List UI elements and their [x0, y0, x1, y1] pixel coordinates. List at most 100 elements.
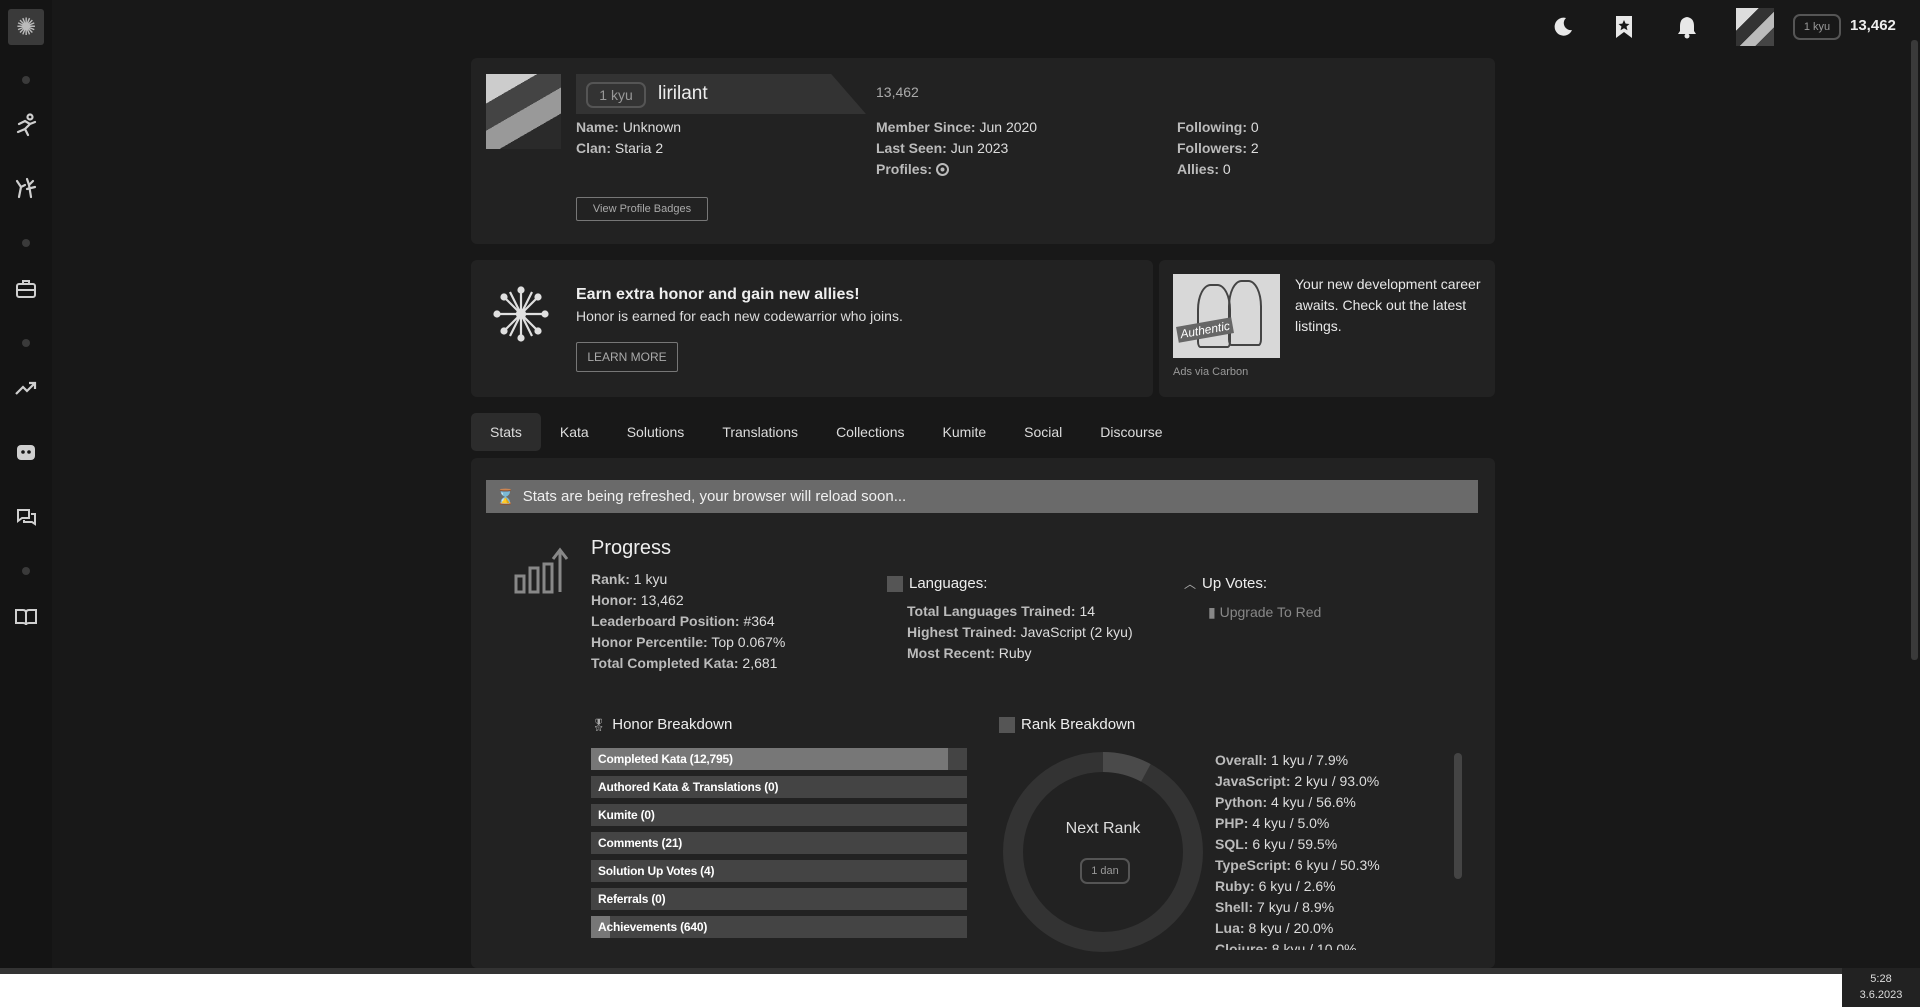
profiles-row: Profiles:	[876, 159, 1037, 180]
languages-heading: Languages:	[887, 575, 987, 592]
stats-panel: ⌛ Stats are being refreshed, your browse…	[471, 458, 1495, 968]
profile-clan-row: Clan: Staria 2	[576, 140, 664, 156]
honor-bar: Completed Kata (12,795)	[591, 748, 967, 770]
rank-row: Rank: 1 kyu	[591, 571, 668, 587]
user-honor: 13,462	[1850, 17, 1896, 34]
leaderboard-row: Leaderboard Position: #364	[591, 613, 775, 629]
profile-info-col2: Member Since: Jun 2020 Last Seen: Jun 20…	[876, 117, 1037, 180]
tab-kumite[interactable]: Kumite	[924, 413, 1006, 451]
profile-rank-badge: 1 kyu	[586, 82, 646, 108]
rank-square-icon	[999, 716, 1015, 733]
honor-bar: Comments (21)	[591, 832, 967, 854]
ads-via-carbon[interactable]: Ads via Carbon	[1173, 366, 1248, 378]
view-profile-badges-button[interactable]: View Profile Badges	[576, 197, 708, 221]
total-languages-row: Total Languages Trained: 14	[907, 603, 1096, 619]
rank-breakdown-row: Shell: 7 kyu / 8.9%	[1215, 899, 1335, 915]
carbon-ad-panel[interactable]: Authentic Your new development career aw…	[1159, 260, 1495, 397]
profile-honor: 13,462	[876, 84, 919, 100]
clock-date: 3.6.2023	[1859, 989, 1903, 1001]
notifications-bell-icon[interactable]	[1670, 10, 1704, 44]
refresh-notice-text: Stats are being refreshed, your browser …	[522, 488, 907, 505]
tab-solutions[interactable]: Solutions	[608, 413, 704, 451]
honor-bar-label: Authored Kata & Translations (0)	[598, 780, 779, 794]
user-avatar[interactable]	[1736, 8, 1774, 46]
tab-discourse[interactable]: Discourse	[1081, 413, 1181, 451]
chevron-up-icon: ︿	[1184, 577, 1197, 591]
honor-bar: Solution Up Votes (4)	[591, 860, 967, 882]
rank-breakdown-row: Ruby: 6 kyu / 2.6%	[1215, 878, 1336, 894]
tab-collections[interactable]: Collections	[817, 413, 923, 451]
honor-bar-label: Kumite (0)	[598, 808, 655, 822]
divider-dot	[22, 76, 30, 84]
page-scrollbar[interactable]	[1911, 40, 1918, 660]
rank-breakdown-row: Python: 4 kyu / 56.6%	[1215, 794, 1356, 810]
upgrade-to-red-link[interactable]: ▮ Upgrade To Red	[1208, 604, 1321, 621]
honor-bar-label: Solution Up Votes (4)	[598, 864, 715, 878]
honor-bar: Kumite (0)	[591, 804, 967, 826]
tab-stats[interactable]: Stats	[471, 413, 541, 451]
bookmark-star-icon[interactable]	[1607, 10, 1641, 44]
rank-breakdown-heading: Rank Breakdown	[999, 716, 1135, 733]
allies-row: Allies: 0	[1177, 161, 1231, 177]
tab-kata[interactable]: Kata	[541, 413, 608, 451]
promo-text: Honor is earned for each new codewarrior…	[576, 308, 903, 324]
honor-bar: Authored Kata & Translations (0)	[591, 776, 967, 798]
rank-list-scrollbar[interactable]	[1454, 753, 1462, 879]
honor-breakdown-heading: 🎖 Honor Breakdown	[591, 716, 733, 733]
leaderboard-trend-icon[interactable]	[10, 372, 42, 404]
languages-list: Total Languages Trained: 14 Highest Trai…	[907, 601, 1133, 664]
dark-mode-moon-icon[interactable]	[1546, 10, 1580, 44]
left-sidebar: ✺	[0, 0, 52, 968]
honor-bar-label: Achievements (640)	[598, 920, 708, 934]
completed-kata-row: Total Completed Kata: 2,681	[591, 655, 778, 671]
discord-icon[interactable]	[10, 437, 42, 469]
ad-image[interactable]: Authentic	[1173, 274, 1280, 358]
profile-username: lirilant	[658, 83, 708, 104]
rank-breakdown-row: Clojure: 8 kyu / 10.0%	[1215, 941, 1357, 950]
learn-more-button[interactable]: LEARN MORE	[576, 342, 678, 372]
profile-avatar	[486, 74, 561, 149]
github-icon[interactable]	[935, 163, 949, 176]
ribbon-icon: ▮	[1208, 604, 1216, 620]
taskbar-strip	[0, 968, 1842, 974]
last-seen-row: Last Seen: Jun 2023	[876, 140, 1009, 156]
system-clock[interactable]: 5:28 3.6.2023	[1842, 968, 1920, 1007]
forum-chat-icon[interactable]	[10, 502, 42, 534]
honor-row: Honor: 13,462	[591, 592, 684, 608]
donut-track	[1003, 752, 1203, 952]
promo-heading: Earn extra honor and gain new allies!	[576, 286, 860, 303]
referral-promo-panel: Earn extra honor and gain new allies! Ho…	[471, 260, 1153, 397]
docs-book-icon[interactable]	[10, 601, 42, 633]
medal-icon: 🎖	[591, 717, 607, 732]
training-icon[interactable]	[10, 172, 42, 204]
ad-text[interactable]: Your new development career awaits. Chec…	[1295, 274, 1485, 337]
rank-breakdown-row: Overall: 1 kyu / 7.9%	[1215, 752, 1349, 768]
profile-info-col1: Name: Unknown Clan: Staria 2	[576, 117, 681, 159]
honor-bar: Achievements (640)	[591, 916, 967, 938]
terminal-icon	[887, 575, 903, 592]
rank-breakdown-row: SQL: 6 kyu / 59.5%	[1215, 836, 1338, 852]
codewars-logo-icon[interactable]: ✺	[8, 9, 44, 45]
highest-trained-row: Highest Trained: JavaScript (2 kyu)	[907, 624, 1133, 640]
next-rank-donut	[1003, 752, 1203, 952]
divider-dot	[22, 339, 30, 347]
honor-bar-label: Referrals (0)	[598, 892, 666, 906]
tab-social[interactable]: Social	[1005, 413, 1081, 451]
profile-info-col3: Following: 0 Followers: 2 Allies: 0	[1177, 117, 1259, 180]
rank-breakdown-row: TypeScript: 6 kyu / 50.3%	[1215, 857, 1380, 873]
rank-breakdown-row: PHP: 4 kyu / 5.0%	[1215, 815, 1330, 831]
profile-tabs: Stats Kata Solutions Translations Collec…	[471, 413, 1182, 451]
clock-time: 5:28	[1870, 973, 1892, 985]
divider-dot	[22, 567, 30, 575]
tab-translations[interactable]: Translations	[703, 413, 817, 451]
profile-panel: 1 kyu lirilant 13,462 Name: Unknown Clan…	[471, 58, 1495, 244]
jobs-briefcase-icon[interactable]	[10, 273, 42, 305]
practice-icon[interactable]	[10, 109, 42, 141]
followers-row: Followers: 2	[1177, 140, 1259, 156]
rank-breakdown-list: Overall: 1 kyu / 7.9% JavaScript: 2 kyu /…	[1215, 750, 1465, 950]
refresh-notice: ⌛ Stats are being refreshed, your browse…	[486, 480, 1478, 513]
honor-bar: Referrals (0)	[591, 888, 967, 910]
next-rank-label: Next Rank	[1065, 820, 1141, 837]
most-recent-row: Most Recent: Ruby	[907, 645, 1032, 661]
progress-list: Rank: 1 kyu Honor: 13,462 Leaderboard Po…	[591, 569, 785, 674]
